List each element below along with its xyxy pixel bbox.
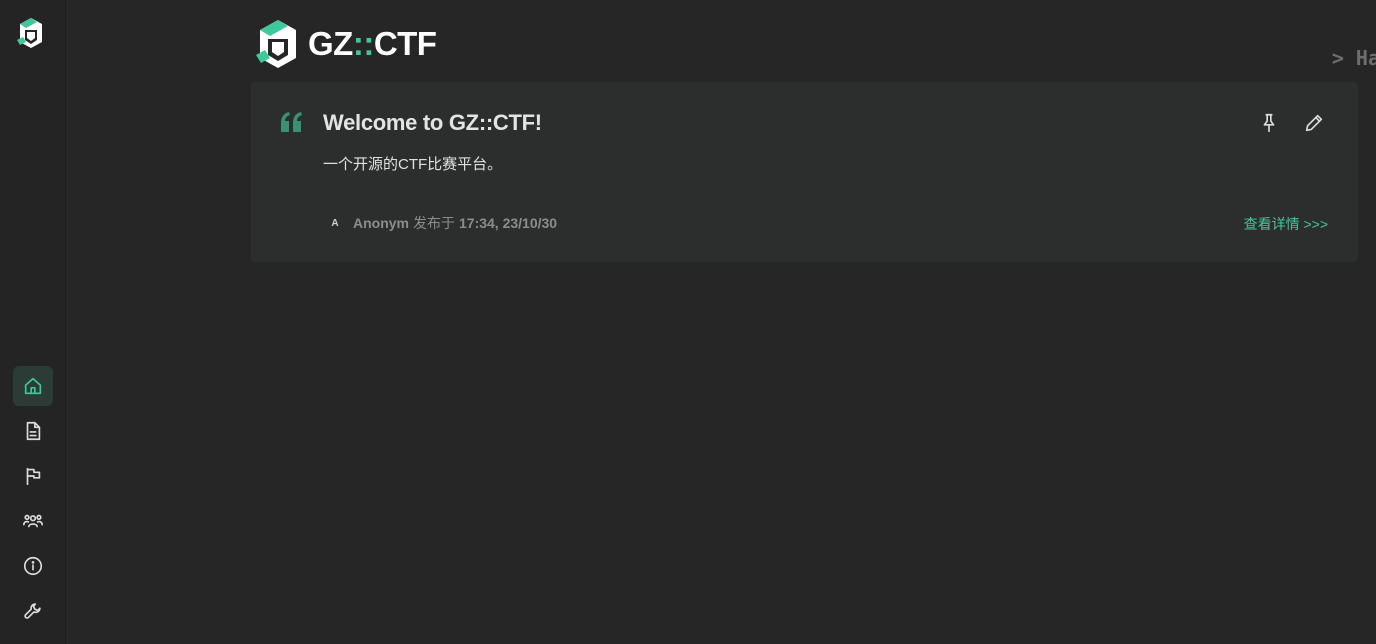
document-icon: [26, 421, 41, 441]
post-author: Anonym: [353, 215, 409, 231]
brand: GZ::CTF: [256, 20, 437, 68]
sidebar: [0, 0, 66, 644]
post-summary: 一个开源的CTF比赛平台。: [323, 156, 503, 173]
flag-icon: [26, 467, 41, 486]
pin-icon: [1263, 113, 1275, 133]
sidebar-item-teams[interactable]: [13, 501, 53, 541]
edit-button[interactable]: [1301, 110, 1327, 136]
post-title[interactable]: Welcome to GZ::CTF!: [323, 110, 542, 136]
post-meta: A Anonym 发布于 17:34, 23/10/30: [327, 213, 557, 233]
pencil-icon: [1305, 114, 1323, 132]
post-card: Welcome to GZ::CTF! 一个开源的CTF比赛平台。 A Anon…: [251, 82, 1358, 262]
brand-logo-icon: [256, 20, 296, 68]
brand-name: GZ::CTF: [308, 25, 437, 62]
home-icon: [24, 377, 42, 395]
sidebar-item-admin[interactable]: [13, 591, 53, 631]
avatar: A: [331, 217, 339, 229]
main-content: GZ::CTF > Ha Welcome to GZ::CTF! 一个开源的CT…: [67, 0, 1376, 644]
pin-button[interactable]: [1256, 110, 1282, 136]
sidebar-item-posts[interactable]: [13, 411, 53, 451]
app-logo-icon[interactable]: [17, 18, 45, 48]
sidebar-item-about[interactable]: [13, 546, 53, 586]
published-time: 17:34, 23/10/30: [459, 215, 558, 231]
sidebar-item-home[interactable]: [13, 366, 53, 406]
users-icon: [23, 514, 43, 528]
wrench-icon: [24, 603, 41, 619]
quote-icon: [281, 112, 302, 132]
view-details-link[interactable]: 查看详情 >>>: [1244, 214, 1328, 234]
published-label: 发布于: [413, 215, 455, 231]
hint-text: > Ha: [1331, 46, 1376, 70]
info-icon: [23, 556, 43, 576]
sidebar-item-games[interactable]: [13, 456, 53, 496]
